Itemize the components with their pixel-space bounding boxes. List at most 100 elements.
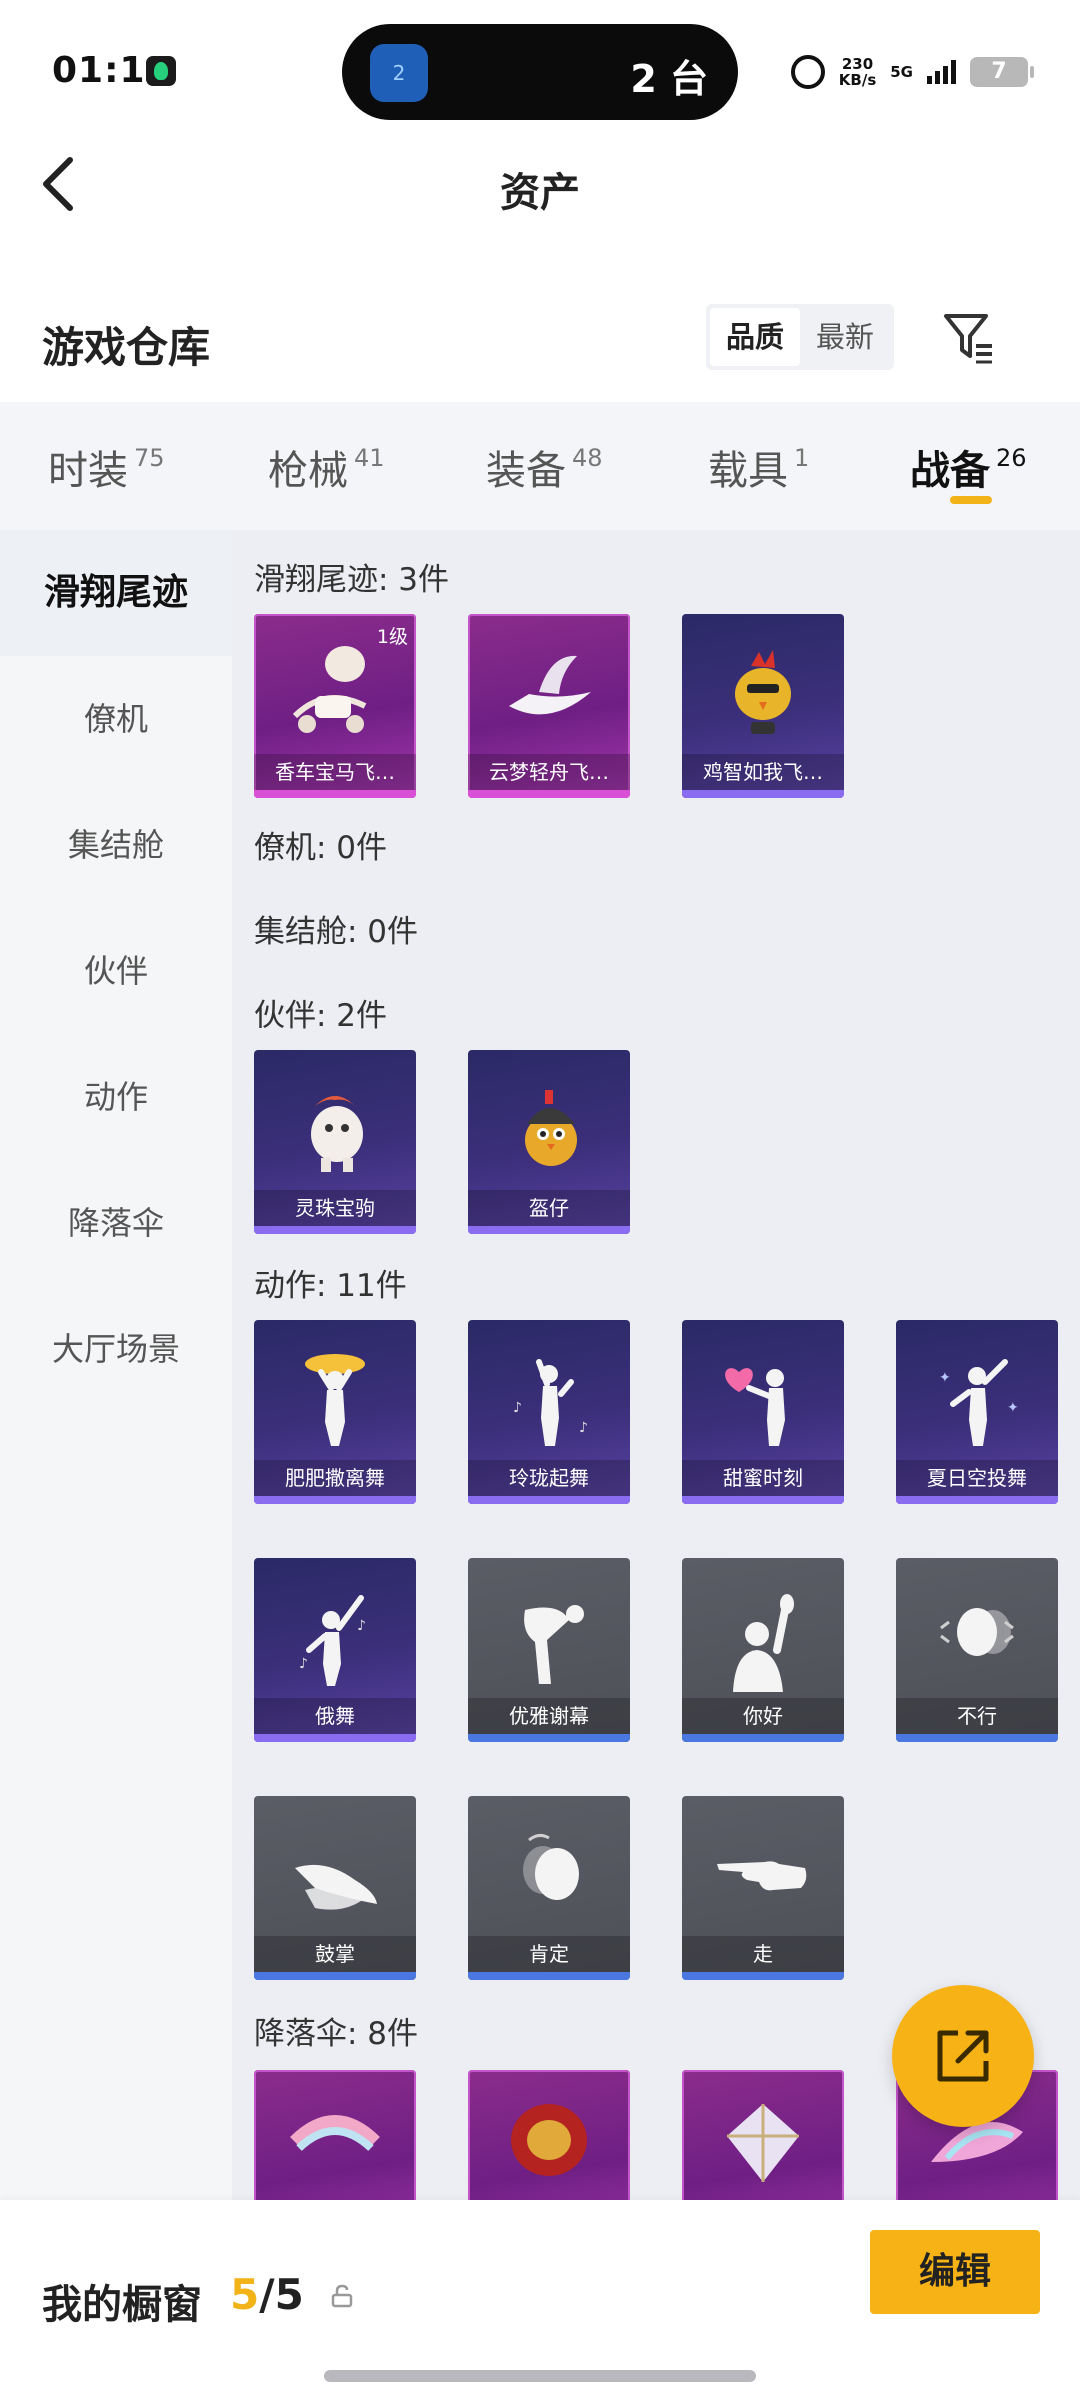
rarity-bar — [254, 1734, 416, 1742]
item-name: 甜蜜时刻 — [682, 1460, 844, 1496]
summer-dance-image: ✦✦ — [939, 1359, 1019, 1446]
section-title: 游戏仓库 — [42, 323, 211, 372]
dance-pose-image — [305, 1354, 365, 1446]
svg-text:♪: ♪ — [299, 1656, 308, 1672]
item-card[interactable]: 走 — [682, 1796, 844, 1980]
category-tabs: 时装 75 枪械 41 装备 48 载具 1 战备 26 — [0, 402, 1080, 530]
showcase-count: 5/5 — [230, 2270, 304, 2319]
item-card[interactable] — [254, 2070, 416, 2200]
showcase-bar: 我的橱窗 5/5 编辑 — [0, 2200, 1080, 2400]
rarity-bar — [468, 1496, 630, 1504]
item-card[interactable]: ♪ ♪ 俄舞 — [254, 1558, 416, 1742]
crystal-parachute-image — [727, 2104, 799, 2182]
group-title-wingman: 僚机: 0件 — [254, 830, 388, 866]
item-card[interactable]: 肥肥撒离舞 — [254, 1320, 416, 1504]
dynamic-island[interactable]: 2 2 台 — [342, 24, 738, 120]
item-name: 灵珠宝驹 — [254, 1190, 416, 1226]
group-title-companion: 伙伴: 2件 — [254, 998, 388, 1034]
item-level: 1级 — [376, 626, 408, 648]
warehouse-header: 游戏仓库 品质 最新 — [0, 290, 1080, 390]
sidebar-item-parachute[interactable]: 降落伞 — [0, 1160, 232, 1286]
tab-vehicles[interactable]: 载具 1 — [708, 438, 809, 496]
item-card[interactable]: 肯定 — [468, 1796, 630, 1980]
home-indicator[interactable] — [324, 2370, 756, 2382]
rarity-bar — [254, 790, 416, 798]
status-indicators: 230 KB/s 5G 7 — [790, 52, 1034, 92]
edit-button[interactable]: 编辑 — [870, 2230, 1040, 2314]
tab-fashion[interactable]: 时装 75 — [48, 438, 165, 496]
svg-text:♪: ♪ — [357, 1618, 366, 1634]
dance-pose-image: ♪♪ — [513, 1359, 588, 1446]
sidebar-item-companion[interactable]: 伙伴 — [0, 908, 232, 1034]
network-type: 5G — [890, 63, 913, 81]
group-title-glide-trail: 滑翔尾迹: 3件 — [254, 562, 450, 598]
rarity-bar — [896, 1734, 1058, 1742]
tab-guns[interactable]: 枪械 41 — [268, 438, 385, 496]
svg-text:♪: ♪ — [579, 1420, 588, 1436]
item-card[interactable] — [468, 2070, 630, 2200]
rarity-bar — [682, 1496, 844, 1504]
item-name: 盔仔 — [468, 1190, 630, 1226]
item-card[interactable]: 鸡智如我飞… — [682, 614, 844, 798]
item-card[interactable]: 灵珠宝驹 — [254, 1050, 416, 1234]
rarity-bar — [468, 1972, 630, 1980]
item-card[interactable]: 盔仔 — [468, 1050, 630, 1234]
rarity-bar — [682, 1972, 844, 1980]
sort-by-newest[interactable]: 最新 — [800, 308, 890, 366]
signal-icon — [927, 60, 956, 84]
music-app-icon — [146, 56, 176, 86]
sort-by-quality[interactable]: 品质 — [710, 308, 800, 366]
item-name: 走 — [682, 1936, 844, 1972]
sidebar-item-wingman[interactable]: 僚机 — [0, 656, 232, 782]
boat-trail-image — [509, 655, 591, 715]
svg-text:♪: ♪ — [513, 1400, 522, 1416]
showcase-label: 我的橱窗 — [42, 2282, 202, 2328]
network-speed: 230 KB/s — [838, 55, 877, 89]
rarity-bar — [468, 1734, 630, 1742]
share-icon — [937, 2030, 989, 2082]
item-name: 鸡智如我飞… — [682, 754, 844, 790]
item-name: 香车宝马飞… — [254, 754, 416, 790]
item-card[interactable]: 1级 香车宝马飞… — [254, 614, 416, 798]
svg-text:✦: ✦ — [1007, 1400, 1019, 1416]
item-card[interactable]: 不行 — [896, 1558, 1058, 1742]
broadcast-icon: 2 — [370, 44, 428, 102]
item-name: 玲珑起舞 — [468, 1460, 630, 1496]
lock-icon — [331, 2284, 353, 2308]
share-button[interactable] — [892, 1985, 1034, 2127]
item-card[interactable]: 优雅谢幕 — [468, 1558, 630, 1742]
bow-pose-image — [524, 1605, 584, 1684]
item-card[interactable]: 你好 — [682, 1558, 844, 1742]
item-name: 你好 — [682, 1698, 844, 1734]
app-header: 资产 — [0, 130, 1080, 240]
alarm-icon — [790, 55, 825, 89]
item-card[interactable] — [682, 2070, 844, 2200]
group-title-emote: 动作: 11件 — [254, 1268, 407, 1304]
sidebar-item-glide-trail[interactable]: 滑翔尾迹 — [0, 530, 232, 656]
tab-war-supplies[interactable]: 战备 26 — [910, 438, 1027, 496]
item-name: 俄舞 — [254, 1698, 416, 1734]
rarity-bar — [254, 1496, 416, 1504]
sidebar-item-lobby-scene[interactable]: 大厅场景 — [0, 1286, 232, 1412]
dance-pose-image: ♪♪ — [299, 1595, 366, 1686]
item-name: 夏日空投舞 — [896, 1460, 1058, 1496]
sort-toggle: 品质 最新 — [706, 304, 894, 370]
item-card[interactable]: ✦ ✦ 夏日空投舞 — [896, 1320, 1058, 1504]
device-count: 2 台 — [630, 57, 708, 101]
item-card[interactable]: ♪ ♪ 玲珑起舞 — [468, 1320, 630, 1504]
sidebar-item-emote[interactable]: 动作 — [0, 1034, 232, 1160]
item-card[interactable]: 甜蜜时刻 — [682, 1320, 844, 1504]
active-tab-indicator — [950, 496, 992, 504]
group-title-parachute: 降落伞: 8件 — [254, 2016, 419, 2052]
item-name: 不行 — [896, 1698, 1058, 1734]
rarity-bar — [682, 1734, 844, 1742]
sidebar-item-rally-pod[interactable]: 集结舱 — [0, 782, 232, 908]
svg-text:✦: ✦ — [939, 1370, 951, 1386]
tab-equipment[interactable]: 装备 48 — [486, 438, 603, 496]
filter-icon[interactable] — [942, 312, 996, 364]
item-name: 肥肥撒离舞 — [254, 1460, 416, 1496]
rarity-bar — [254, 1972, 416, 1980]
item-grid: 滑翔尾迹: 3件 1级 香车宝马飞… 云梦轻舟飞… 鸡智如我飞… 僚机: 0件 … — [232, 530, 1080, 2200]
item-card[interactable]: 鼓掌 — [254, 1796, 416, 1980]
item-card[interactable]: 云梦轻舟飞… — [468, 614, 630, 798]
